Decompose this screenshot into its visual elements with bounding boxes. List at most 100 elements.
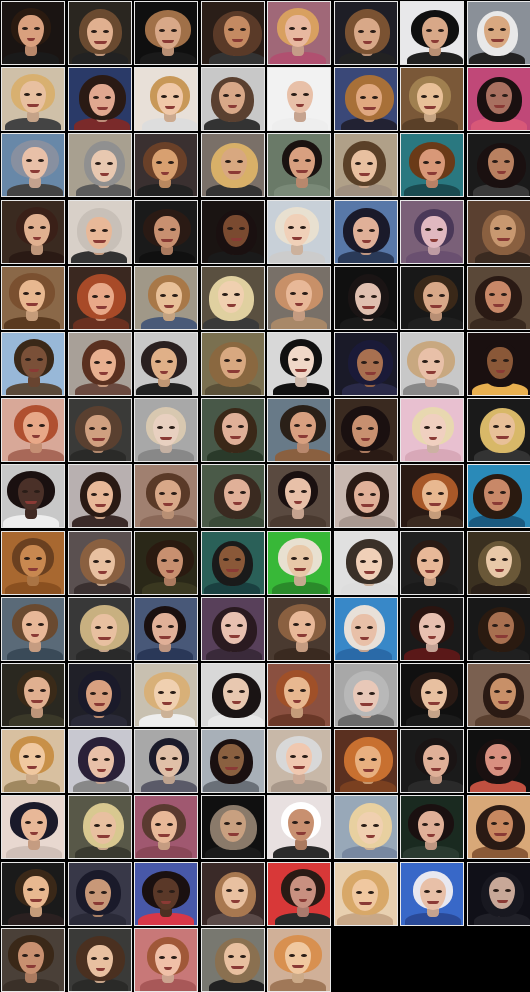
left-eye: [93, 560, 99, 563]
right-eye: [305, 159, 311, 162]
right-eye: [500, 491, 506, 494]
left-eye: [492, 624, 498, 627]
right-eye: [168, 161, 174, 164]
right-eye: [306, 424, 312, 427]
mouth: [497, 701, 509, 704]
right-eye: [169, 426, 175, 429]
right-eye: [167, 823, 173, 826]
face-tile: [400, 200, 464, 264]
mouth: [362, 769, 374, 772]
mouth: [93, 703, 105, 706]
face-tile: [400, 1, 464, 65]
mouth: [162, 702, 172, 705]
mouth: [430, 305, 442, 308]
left-eye: [156, 161, 162, 164]
mouth: [496, 238, 510, 241]
right-eye: [104, 758, 110, 761]
left-eye: [227, 227, 233, 230]
left-eye: [24, 93, 30, 96]
mouth: [27, 766, 37, 769]
mouth: [96, 769, 106, 772]
mouth: [93, 41, 107, 44]
right-eye: [503, 359, 509, 362]
right-eye: [237, 160, 243, 163]
right-eye: [240, 955, 246, 958]
mouth: [30, 170, 40, 173]
mouth: [165, 106, 175, 109]
left-eye: [421, 559, 427, 562]
mouth: [99, 173, 109, 176]
right-eye: [173, 559, 179, 562]
right-eye: [305, 623, 311, 626]
right-eye: [235, 558, 241, 561]
mouth: [295, 369, 307, 372]
right-eye: [106, 361, 112, 364]
face-tile: [134, 332, 198, 396]
face-tile: [68, 928, 132, 992]
right-eye: [500, 28, 506, 31]
face-tile: [201, 729, 265, 793]
face-tile: [267, 597, 331, 661]
right-eye: [372, 96, 378, 99]
left-eye: [425, 228, 431, 231]
left-eye: [94, 824, 100, 827]
mouth: [424, 106, 436, 109]
left-eye: [494, 690, 500, 693]
right-eye: [300, 689, 306, 692]
mouth: [358, 173, 370, 176]
right-eye: [368, 427, 374, 430]
left-eye: [491, 359, 497, 362]
right-eye: [40, 689, 46, 692]
mouth: [425, 570, 435, 573]
face-tile: [467, 531, 530, 595]
mouth: [227, 171, 241, 174]
right-eye: [39, 888, 45, 891]
left-eye: [222, 756, 228, 759]
right-eye: [34, 490, 40, 493]
left-eye: [95, 162, 101, 165]
left-eye: [288, 226, 294, 229]
mouth: [226, 304, 236, 307]
right-eye: [36, 93, 42, 96]
right-eye: [39, 424, 45, 427]
right-eye: [168, 625, 174, 628]
right-eye: [37, 358, 43, 361]
mouth: [496, 171, 506, 174]
right-eye: [35, 292, 41, 295]
left-eye: [291, 557, 297, 560]
mouth: [494, 569, 504, 572]
mouth: [162, 40, 174, 43]
face-tile: [68, 67, 132, 131]
mouth: [294, 568, 306, 571]
face-tile: [467, 729, 530, 793]
right-eye: [505, 425, 511, 428]
face-tile: [467, 597, 530, 661]
left-eye: [493, 889, 499, 892]
left-eye: [493, 425, 499, 428]
face-tile: [201, 663, 265, 727]
right-eye: [236, 822, 242, 825]
mouth: [226, 370, 240, 373]
right-eye: [302, 292, 308, 295]
left-eye: [28, 689, 34, 692]
right-eye: [367, 162, 373, 165]
face-tile: [267, 266, 331, 330]
face-tile: [334, 862, 398, 926]
left-eye: [424, 890, 430, 893]
left-eye: [426, 492, 432, 495]
mouth: [230, 238, 242, 241]
right-eye: [34, 27, 40, 30]
face-tile: [400, 464, 464, 528]
face-tile: [201, 862, 265, 926]
left-eye: [23, 292, 29, 295]
face-tile: [134, 729, 198, 793]
face-tile: [134, 200, 198, 264]
mouth: [158, 834, 170, 837]
face-tile: [267, 928, 331, 992]
right-eye: [238, 425, 244, 428]
mouth: [96, 107, 108, 110]
mouth: [494, 635, 508, 638]
left-eye: [91, 957, 97, 960]
face-tile: [334, 729, 398, 793]
face-tile: [334, 398, 398, 462]
